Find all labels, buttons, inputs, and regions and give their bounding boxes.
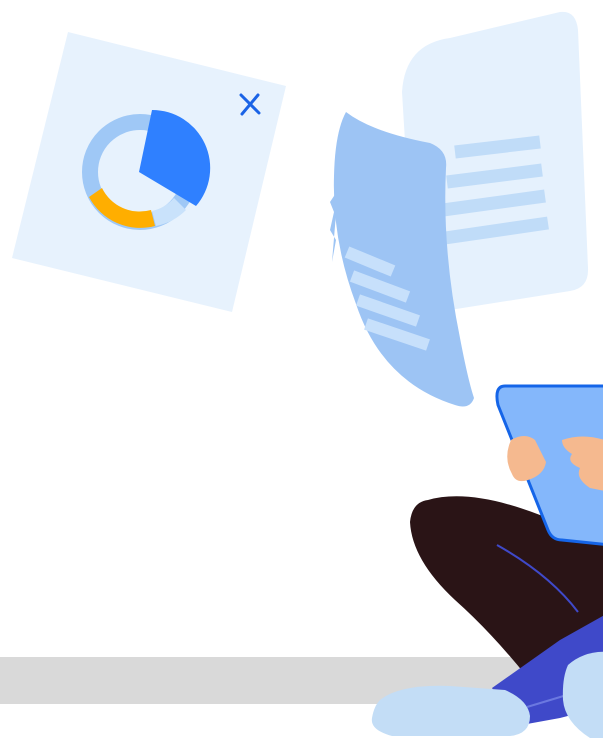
chart-card (12, 32, 286, 312)
shoe-left (371, 685, 530, 736)
shoe-right (562, 651, 603, 738)
illustration-canvas (0, 11, 603, 738)
illustration-stage (0, 0, 603, 738)
